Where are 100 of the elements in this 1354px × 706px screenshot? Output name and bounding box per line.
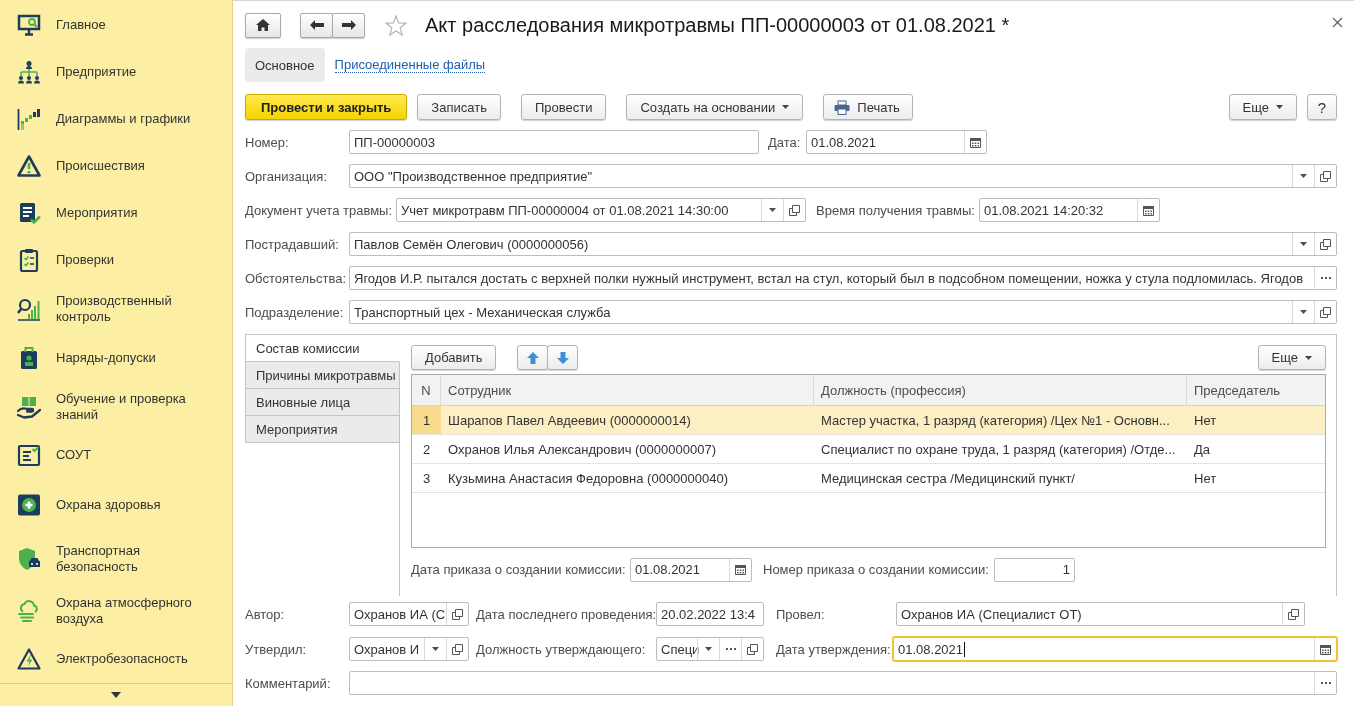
sidebar-item[interactable]: СОУТ xyxy=(0,431,232,479)
table-row[interactable]: 2 Охранов Илья Александрович (0000000007) Специалист по охране труда, 1 разряд (категория) /Отде... Да xyxy=(412,435,1325,464)
date-field[interactable]: 01.08.2021 xyxy=(893,637,1337,661)
move-up-button[interactable] xyxy=(517,345,549,370)
input-field[interactable]: Охранов ИА (С xyxy=(349,602,469,626)
primary-button[interactable]: Провести и закрыть xyxy=(245,94,408,120)
down-arrow-icon xyxy=(556,351,569,364)
select-field[interactable]: Транспортный цех - Механическая служба xyxy=(349,300,1337,324)
table-cell-text: 2 xyxy=(421,440,432,459)
input-field[interactable]: Охранов ИА (Специалист ОТ) xyxy=(896,602,1305,626)
book-hand-icon xyxy=(17,394,41,419)
more-button[interactable]: Еще xyxy=(1228,94,1297,120)
up-arrow-icon xyxy=(526,351,539,364)
table-row[interactable]: 1 Шарапов Павел Авдеевич (0000000014) Мастер участка, 1 разряд (категория) /Цех №1 - Основн... Нет xyxy=(412,406,1325,435)
caret-icon xyxy=(769,208,776,212)
caret-icon xyxy=(1300,242,1307,246)
table-cell-text: Кузьмина Анастасия Федоровна (0000000040) xyxy=(447,469,730,488)
sidebar-item[interactable]: Охрана здоровья xyxy=(0,479,232,531)
sidebar-item[interactable]: Наряды-допуски xyxy=(0,333,232,382)
select-field[interactable]: Охранов И xyxy=(349,637,469,661)
field-label: Комментарий: xyxy=(245,675,332,691)
forward-button[interactable] xyxy=(332,12,365,38)
window-title: Акт расследования микротравмы ПП-00000003 от 01.08.2021 * xyxy=(425,13,1010,37)
column-header[interactable]: N xyxy=(412,375,441,406)
windows-icon xyxy=(789,204,800,216)
field-label: Время получения травмы: xyxy=(816,202,976,218)
field-label: Документ учета травмы: xyxy=(245,202,394,218)
star-icon[interactable] xyxy=(385,14,407,36)
field-label: Дата утверждения: xyxy=(776,641,892,657)
form-tab[interactable]: Основное xyxy=(245,48,325,82)
sidebar-item[interactable]: Транспортная безопасность xyxy=(0,531,232,587)
select-field[interactable]: ООО "Производственное предприятие" xyxy=(349,164,1337,188)
sidebar-item[interactable]: Мероприятия xyxy=(0,189,232,236)
toolbar-button[interactable]: Провести xyxy=(520,94,607,120)
field-label: Подразделение: xyxy=(245,304,345,320)
panel-tab[interactable]: Состав комиссии xyxy=(245,335,400,362)
column-header[interactable]: Должность (профессия) xyxy=(814,375,1187,406)
windows-icon xyxy=(747,643,758,655)
date-field[interactable]: 01.08.2021 xyxy=(630,557,752,582)
column-header[interactable]: Сотрудник xyxy=(441,375,814,406)
windows-icon xyxy=(452,643,463,655)
field-label: Дата: xyxy=(768,134,802,150)
move-down-button[interactable] xyxy=(547,345,579,370)
sidebar-item[interactable]: Главное xyxy=(0,1,232,48)
sidebar-item[interactable]: Производственный контроль xyxy=(0,284,232,333)
close-button[interactable] xyxy=(1332,17,1343,28)
sidebar-item[interactable]: Охрана атмосферного воздуха xyxy=(0,587,232,635)
select-field[interactable]: Павлов Семён Олегович (0000000056) xyxy=(349,232,1337,256)
toolbar-button[interactable]: Записать xyxy=(417,94,501,120)
field-label: Утвердил: xyxy=(245,641,308,657)
sidebar-item[interactable]: Предприятие xyxy=(0,48,232,95)
table-cell: Мастер участка, 1 разряд (категория) /Цех №1 - Основн... xyxy=(814,406,1187,434)
menu-button[interactable]: Создать на основании xyxy=(626,94,804,120)
sidebar-item[interactable]: Проверки xyxy=(0,236,232,284)
org-chart-icon xyxy=(17,59,41,84)
close-icon xyxy=(1332,17,1343,28)
column-header[interactable]: Председатель xyxy=(1187,375,1325,406)
form-tab[interactable]: Присоединенные файлы xyxy=(334,57,486,73)
field-label: Номер: xyxy=(245,134,290,150)
panel-tab[interactable]: Мероприятия xyxy=(245,416,400,443)
date-field[interactable]: 01.08.2021 14:20:32 xyxy=(979,198,1160,222)
document-check-icon xyxy=(17,200,41,225)
field-label: Провел: xyxy=(776,606,826,622)
back-arrow-icon xyxy=(309,20,324,30)
table-cell-text: Медицинская сестра /Медицинский пункт/ xyxy=(820,469,1076,488)
scroll-down-icon[interactable] xyxy=(111,692,121,698)
table-cell-text: Специалист по охране труда, 1 разряд (категория) /Отде... xyxy=(820,440,1177,459)
home-button[interactable] xyxy=(245,12,281,38)
input-field[interactable]: 20.02.2022 13:4 xyxy=(656,602,764,626)
date-field[interactable]: 01.08.2021 xyxy=(806,130,987,154)
windows-icon xyxy=(1320,306,1331,318)
back-button[interactable] xyxy=(300,12,333,38)
select-field[interactable]: Учет микротравм ПП-00000004 от 01.08.2021 14:30:00 xyxy=(396,198,806,222)
input-field[interactable]: ПП-00000003 xyxy=(349,130,759,154)
table-cell: Нет xyxy=(1187,406,1325,434)
add-button[interactable]: Добавить xyxy=(411,345,497,370)
panel-tab[interactable]: Причины микротравмы xyxy=(245,362,400,389)
caret-icon xyxy=(705,647,712,651)
sidebar-item[interactable]: Электробезопасность xyxy=(0,635,232,683)
monitor-icon xyxy=(17,12,41,37)
sidebar-item[interactable]: Происшествия xyxy=(0,142,232,189)
more-button[interactable]: Еще xyxy=(1257,345,1326,370)
print-button[interactable]: Печать xyxy=(823,94,913,120)
windows-icon xyxy=(1288,608,1299,620)
panel-tab[interactable]: Виновные лица xyxy=(245,389,400,416)
caret-icon xyxy=(1300,310,1307,314)
input-field[interactable]: 1 xyxy=(994,557,1075,582)
input-field[interactable] xyxy=(349,671,1337,695)
input-field[interactable]: Ягодов И.Р. пытался достать с верхней полки нужный инструмент, встал на стул, который был в подсобном помещении, ножка у стула подломилась. Ягодов xyxy=(349,266,1337,290)
table-row[interactable]: 3 Кузьмина Анастасия Федоровна (0000000040) Медицинская сестра /Медицинский пункт/ Нет xyxy=(412,464,1325,493)
help-button[interactable]: ? xyxy=(1307,94,1337,120)
caret-icon xyxy=(782,105,790,109)
text-cursor xyxy=(964,641,966,657)
sidebar-item[interactable]: Диаграммы и графики xyxy=(0,95,232,142)
caret-icon xyxy=(432,647,439,651)
forward-arrow-icon xyxy=(341,20,356,30)
sidebar-item[interactable]: Обучение и проверка знаний xyxy=(0,382,232,431)
windows-icon xyxy=(452,608,463,620)
table-cell-text: Охранов Илья Александрович (0000000007) xyxy=(447,440,717,459)
lightning-icon xyxy=(17,647,41,671)
